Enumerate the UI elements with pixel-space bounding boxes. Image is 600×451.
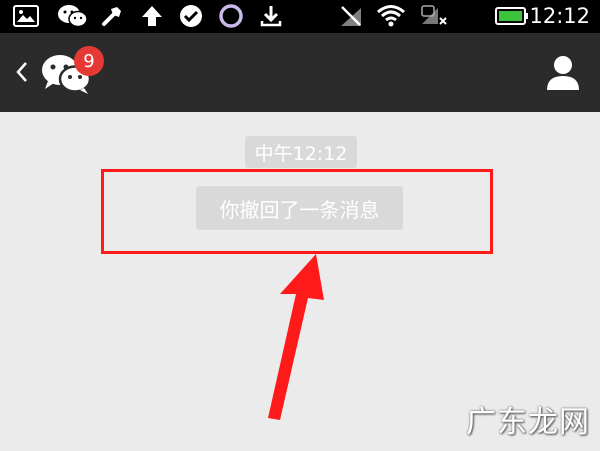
download-icon [258, 4, 284, 28]
status-bar: 12:12 [0, 0, 600, 33]
back-chevron-icon[interactable] [14, 61, 30, 83]
watermark: 广东龙网 [466, 405, 590, 440]
status-time: 12:12 [529, 4, 590, 28]
check-circle-icon [178, 4, 204, 28]
no-sim-icon [338, 4, 364, 28]
highlight-box [101, 169, 493, 254]
data-icon [418, 4, 448, 28]
message-timestamp: 中午12:12 [245, 136, 357, 168]
battery-icon [494, 4, 530, 28]
unread-badge: 9 [74, 46, 104, 76]
wifi-icon [376, 4, 406, 28]
title-bar: 9 [0, 33, 600, 112]
wechat-notification-icon [56, 4, 90, 28]
red-arrow-annotation [268, 254, 324, 420]
wrench-icon [100, 4, 124, 28]
image-icon [12, 4, 40, 28]
upload-arrow-icon [140, 4, 164, 28]
profile-icon[interactable] [546, 55, 580, 91]
record-icon [218, 4, 244, 28]
